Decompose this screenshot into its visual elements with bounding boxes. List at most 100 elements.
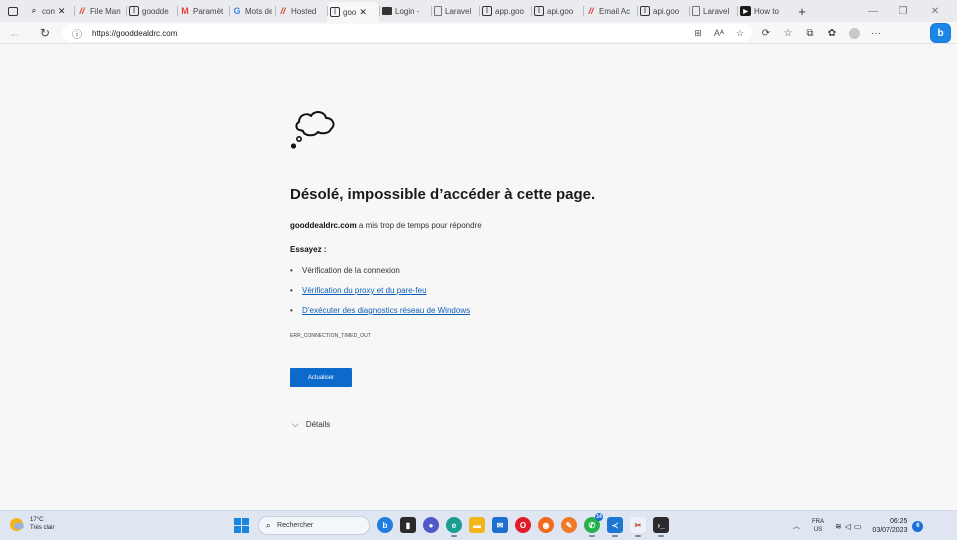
tab-how-to[interactable]: ▶ How to bbox=[737, 2, 789, 20]
network-volume-battery-icons[interactable]: ≋◁▭ bbox=[835, 522, 864, 531]
tab-login[interactable]: Login - bbox=[379, 2, 431, 20]
taskbar-apps: b ▮ ● e ▬ ✉ O ◉ ✎ ✆ 14 ≺ ✂ ›_ bbox=[377, 513, 669, 537]
hostinger-icon: // bbox=[588, 6, 594, 16]
whatsapp-icon[interactable]: ✆ 14 bbox=[584, 513, 603, 537]
navigation-bar: ← ↻ ⓘ https://gooddealdrc.com ⊞ Aᴬ ☆ ⟳ ☆… bbox=[0, 22, 957, 44]
firefox-icon[interactable]: ◉ bbox=[538, 517, 554, 533]
start-button[interactable] bbox=[234, 518, 249, 533]
close-icon[interactable]: ✕ bbox=[58, 6, 66, 17]
bing-copilot-button[interactable]: b bbox=[930, 23, 951, 43]
page-icon: ꟾ bbox=[330, 7, 340, 17]
google-icon: G bbox=[233, 6, 241, 16]
tab-api-gooddeal[interactable]: ꟾ api.goo bbox=[531, 2, 583, 20]
search-icon: ⌕ bbox=[266, 520, 272, 530]
mail-icon[interactable]: ✉ bbox=[492, 517, 508, 533]
tab-laravel[interactable]: Laravel bbox=[431, 2, 479, 20]
back-button[interactable]: ← bbox=[4, 23, 26, 43]
address-url[interactable]: https://gooddealdrc.com bbox=[92, 29, 177, 38]
page-icon: ꟾ bbox=[534, 6, 544, 16]
tab-mots-de-passe[interactable]: G Mots de bbox=[229, 2, 275, 20]
info-icon[interactable]: ⓘ bbox=[72, 26, 86, 41]
extensions-icon[interactable]: ✿ bbox=[821, 22, 843, 44]
error-reason: a mis trop de temps pour répondre bbox=[358, 221, 482, 230]
vscode-icon[interactable]: ≺ bbox=[607, 517, 623, 537]
list-item: • Vérification de la connexion bbox=[290, 266, 400, 275]
details-label: Détails bbox=[305, 420, 331, 429]
weather-desc: Très clair bbox=[30, 525, 55, 531]
search-placeholder: Rechercher bbox=[277, 522, 314, 529]
tab-laravel-2[interactable]: Laravel bbox=[689, 2, 737, 20]
pencil-app-icon[interactable]: ✎ bbox=[561, 517, 577, 533]
close-window-button[interactable]: ✕ bbox=[920, 0, 950, 22]
favorites-icon[interactable]: ☆ bbox=[777, 22, 799, 44]
page-icon: ꟾ bbox=[482, 6, 492, 16]
video-icon: ▶ bbox=[740, 6, 751, 16]
error-message: gooddealdrc.com a mis trop de temps pour… bbox=[290, 221, 482, 230]
document-icon bbox=[434, 6, 442, 16]
opera-icon[interactable]: O bbox=[515, 517, 531, 533]
reload-button[interactable]: ↻ bbox=[34, 23, 56, 43]
tab-gooddeal[interactable]: ꟾ goodde bbox=[126, 2, 177, 20]
tab-actions-icon bbox=[8, 6, 18, 16]
bing-icon[interactable]: b bbox=[377, 517, 393, 533]
close-icon[interactable]: ✕ bbox=[359, 7, 367, 18]
snipping-tool-icon[interactable]: ✂ bbox=[630, 517, 646, 537]
error-domain: gooddealdrc.com bbox=[290, 221, 357, 230]
edge-icon[interactable]: e bbox=[446, 517, 462, 537]
taskbar-search[interactable]: ⌕ Rechercher bbox=[258, 516, 370, 535]
tab-hosted[interactable]: // Hosted bbox=[275, 2, 327, 20]
address-bar[interactable]: ⓘ https://gooddealdrc.com ⊞ Aᴬ ☆ bbox=[62, 24, 752, 42]
suggestion-check-connection: Vérification de la connexion bbox=[302, 266, 400, 275]
weather-widget[interactable]: 17°C Très clair bbox=[10, 516, 54, 532]
read-aloud-icon[interactable]: Aᴬ bbox=[714, 28, 724, 38]
document-icon bbox=[692, 6, 700, 16]
new-tab-button[interactable]: + bbox=[793, 4, 811, 19]
tab-api-gooddeal-2[interactable]: ꟾ api.goo bbox=[637, 2, 689, 20]
error-code: ERR_CONNECTION_TIMED_OUT bbox=[290, 333, 372, 339]
terminal-icon[interactable]: ›_ bbox=[653, 517, 669, 537]
system-tray: ︿ FRA US ≋◁▭ 06:25 03/07/2023 6 bbox=[793, 511, 924, 540]
file-explorer-icon[interactable]: ▬ bbox=[469, 517, 485, 533]
tab-parametres[interactable]: M Paramèt bbox=[177, 2, 229, 20]
tab-active-gooddeal[interactable]: ꟾ goo ✕ bbox=[327, 2, 379, 22]
restore-button[interactable]: ❐ bbox=[888, 0, 918, 22]
error-title: Désolé, impossible d’accéder à cette pag… bbox=[290, 186, 596, 203]
page-icon: ꟾ bbox=[129, 6, 139, 16]
language-indicator[interactable]: FRA US bbox=[812, 518, 824, 534]
refresh-button[interactable]: Actualiser bbox=[290, 368, 352, 387]
details-toggle[interactable]: ⌵ Détails bbox=[292, 419, 330, 430]
teams-chat-icon[interactable]: ● bbox=[423, 517, 439, 533]
page-icon: ꟾ bbox=[640, 6, 650, 16]
list-item: • D’exécuter des diagnostics réseau de Wi… bbox=[290, 306, 471, 315]
collections-icon[interactable]: ⧉ bbox=[799, 22, 821, 44]
hostinger-icon: // bbox=[79, 6, 85, 16]
search-icon: ⌕ bbox=[31, 6, 37, 15]
chevron-up-icon[interactable]: ︿ bbox=[793, 521, 800, 531]
tab-strip: ⌕ con ✕ // File Man ꟾ goodde M Paramèt G… bbox=[0, 0, 957, 22]
tab-actions-button[interactable] bbox=[0, 0, 26, 22]
browser-essentials-icon[interactable]: ⟳ bbox=[755, 22, 777, 44]
more-options-icon[interactable]: ··· bbox=[865, 22, 887, 44]
avatar bbox=[848, 27, 860, 39]
suggestion-check-proxy-link[interactable]: Vérification du proxy et du pare-feu bbox=[302, 286, 427, 295]
profile-button[interactable] bbox=[843, 22, 865, 44]
clock[interactable]: 06:25 03/07/2023 bbox=[872, 517, 907, 535]
tab-app-gooddeal[interactable]: ꟾ app.goo bbox=[479, 2, 531, 20]
suggestion-run-diagnostics-link[interactable]: D’exécuter des diagnostics réseau de Win… bbox=[302, 306, 470, 315]
chevron-down-icon: ⌵ bbox=[292, 419, 299, 429]
gmail-icon: M bbox=[181, 6, 189, 16]
tab-file-manager[interactable]: // File Man bbox=[74, 2, 126, 20]
tab-search[interactable]: ⌕ con ✕ bbox=[26, 2, 74, 20]
sad-cloud-icon bbox=[290, 111, 335, 149]
minimize-button[interactable]: — bbox=[858, 0, 888, 22]
notification-badge[interactable]: 6 bbox=[912, 520, 924, 532]
partly-sunny-icon bbox=[10, 517, 24, 531]
favorite-star-icon[interactable]: ☆ bbox=[736, 28, 744, 39]
browser-toolbar: ⟳ ☆ ⧉ ✿ ··· bbox=[755, 22, 887, 44]
terminal-icon bbox=[382, 7, 392, 15]
task-view-icon[interactable]: ▮ bbox=[400, 517, 416, 533]
app-available-icon[interactable]: ⊞ bbox=[694, 28, 702, 39]
clock-date: 03/07/2023 bbox=[872, 527, 908, 534]
weather-temp: 17°C bbox=[30, 517, 44, 523]
tab-email-accounts[interactable]: // Email Ac bbox=[583, 2, 637, 20]
